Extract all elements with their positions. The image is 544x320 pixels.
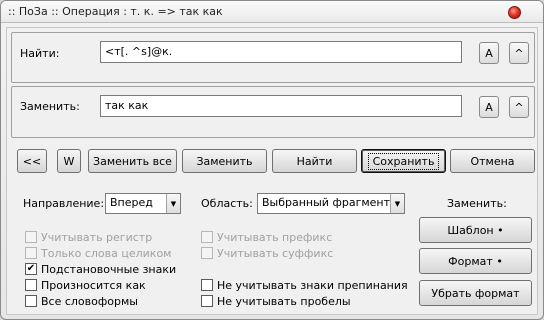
find-match-case-button[interactable]: A <box>479 42 499 64</box>
format-button-label: Формат <box>448 254 493 268</box>
checkbox[interactable] <box>25 247 37 259</box>
format-button[interactable]: Формат • <box>419 248 532 274</box>
replace-up-button[interactable]: ^ <box>509 96 529 118</box>
scope-label: Область: <box>201 197 253 210</box>
dialog-body: Найти: <т[. ^s]@к. A ^ Заменить: так как… <box>6 27 538 315</box>
scope-value: Выбранный фрагмент <box>262 196 391 209</box>
check-suffix[interactable]: Учитывать суффикс <box>201 246 333 260</box>
check-match-case[interactable]: Учитывать регистр <box>25 230 152 244</box>
check-whole-words[interactable]: Только слова целиком <box>25 246 171 260</box>
checkbox[interactable] <box>201 295 213 307</box>
scope-select[interactable]: Выбранный фрагмент ▼ <box>257 193 405 214</box>
word-button[interactable]: W <box>57 149 81 173</box>
check-ignore-spaces[interactable]: Не учитывать пробелы <box>201 294 351 308</box>
checkbox-label: Все словоформы <box>41 294 138 308</box>
direction-label: Направление: <box>23 197 105 210</box>
bullet-icon: • <box>497 223 504 237</box>
checkbox[interactable] <box>201 247 213 259</box>
template-button-label: Шаблон <box>447 223 494 237</box>
cancel-button[interactable]: Отмена <box>450 149 535 173</box>
replace-all-button[interactable]: Заменить все <box>88 149 177 173</box>
checkbox-label: Учитывать префикс <box>217 230 333 244</box>
save-button-label: Сохранить <box>367 152 440 170</box>
checkbox[interactable]: ✔ <box>25 263 37 275</box>
replace-group: Заменить: так как A ^ <box>11 86 535 138</box>
find-up-button[interactable]: ^ <box>509 42 529 64</box>
close-icon[interactable] <box>508 6 521 19</box>
checkbox-label: Произносится как <box>41 278 146 292</box>
check-sounds-like[interactable]: Произносится как <box>25 278 146 292</box>
replace-button[interactable]: Заменить <box>182 149 267 173</box>
chevron-down-icon[interactable]: ▼ <box>390 194 404 213</box>
find-button[interactable]: Найти <box>272 149 357 173</box>
replace-match-case-button[interactable]: A <box>479 96 499 118</box>
previous-button[interactable]: << <box>17 149 47 173</box>
save-button[interactable]: Сохранить <box>361 149 446 173</box>
check-prefix[interactable]: Учитывать префикс <box>201 230 332 244</box>
bullet-icon: • <box>496 254 503 268</box>
chevron-down-icon[interactable]: ▼ <box>166 194 180 213</box>
check-all-word-forms[interactable]: Все словоформы <box>25 294 138 308</box>
replace-label: Заменить: <box>20 100 80 113</box>
checkmark-icon: ✔ <box>26 263 36 274</box>
checkbox-label: Учитывать суффикс <box>217 246 334 260</box>
direction-select[interactable]: Вперед ▼ <box>105 193 181 214</box>
checkbox[interactable] <box>25 279 37 291</box>
replace-input[interactable]: так как <box>100 95 462 117</box>
checkbox[interactable] <box>201 231 213 243</box>
clear-format-button[interactable]: Убрать формат <box>419 280 532 306</box>
find-label: Найти: <box>20 47 60 60</box>
checkbox-label: Только слова целиком <box>41 246 172 260</box>
direction-value: Вперед <box>110 196 153 209</box>
window-title: :: ПоЗа :: Операция : т. к. => так как <box>8 5 223 18</box>
check-ignore-punctuation[interactable]: Не учитывать знаки препинания <box>201 278 408 292</box>
dialog-window: :: ПоЗа :: Операция : т. к. => так как Н… <box>0 0 544 320</box>
checkbox[interactable] <box>201 279 213 291</box>
replace-format-label: Заменить: <box>447 197 507 210</box>
template-button[interactable]: Шаблон • <box>419 217 532 243</box>
checkbox[interactable] <box>25 295 37 307</box>
checkbox-label: Подстановочные знаки <box>41 262 177 276</box>
checkbox-label: Не учитывать знаки препинания <box>217 278 408 292</box>
checkbox[interactable] <box>25 231 37 243</box>
find-input[interactable]: <т[. ^s]@к. <box>100 41 462 63</box>
checkbox-label: Учитывать регистр <box>41 230 153 244</box>
check-wildcards[interactable]: ✔ Подстановочные знаки <box>25 262 176 276</box>
find-group: Найти: <т[. ^s]@к. A ^ <box>11 32 535 83</box>
checkbox-label: Не учитывать пробелы <box>217 294 351 308</box>
title-bar[interactable]: :: ПоЗа :: Операция : т. к. => так как <box>1 1 543 23</box>
